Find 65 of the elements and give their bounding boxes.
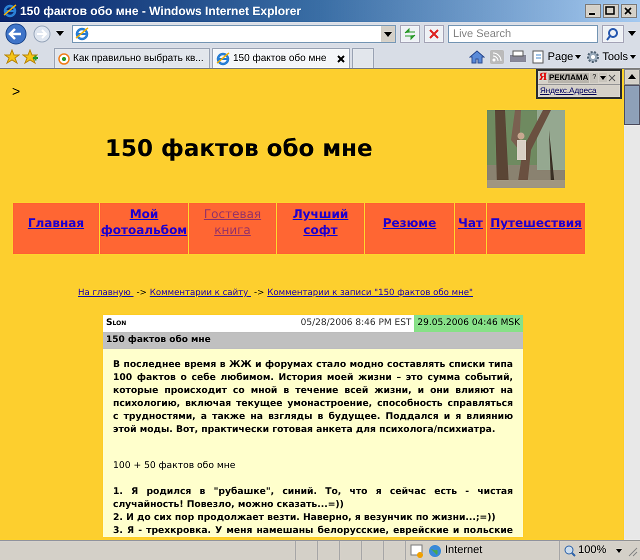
- zoom-icon: [564, 544, 576, 556]
- breadcrumb-separator: ->: [254, 287, 264, 300]
- add-favorite-icon[interactable]: [22, 49, 38, 65]
- caret-icon: [575, 54, 582, 59]
- breadcrumb-link[interactable]: Комментарии к сайту: [150, 287, 251, 300]
- resize-grip-icon: [626, 544, 638, 556]
- tools-menu[interactable]: Tools: [586, 48, 636, 65]
- close-button[interactable]: [621, 4, 637, 18]
- back-button[interactable]: [4, 23, 28, 45]
- nav-link[interactable]: Путешествия: [490, 215, 582, 231]
- nav-link[interactable]: Главная: [28, 215, 84, 231]
- window-title: 150 фактов обо мне - Windows Internet Explorer: [20, 3, 302, 20]
- dropdown-icon[interactable]: [56, 31, 64, 37]
- browser-tab[interactable]: Как правильно выбрать кв...: [54, 48, 210, 68]
- page-menu[interactable]: Page: [532, 48, 582, 65]
- stop-button[interactable]: [424, 25, 444, 43]
- address-field[interactable]: [72, 25, 396, 43]
- list-item: 1. Я родился в "рубашке", синий. То, что я сейчас есть - чистая случайность! Повезло, можно сказать...=)): [113, 484, 513, 511]
- search-button[interactable]: [602, 25, 624, 43]
- maximize-button[interactable]: [603, 4, 619, 18]
- nav-link[interactable]: Мой фотоальбом: [100, 206, 188, 238]
- dropdown-icon: [381, 26, 395, 42]
- nav-link[interactable]: Лучший софт: [277, 206, 364, 238]
- site-icon: [58, 52, 70, 64]
- ie-page-icon: [216, 52, 230, 66]
- favorites-star-icon[interactable]: [4, 49, 20, 65]
- gear-icon: [586, 50, 600, 64]
- nav-link[interactable]: Резюме: [382, 215, 436, 231]
- close-tab-icon[interactable]: [336, 54, 346, 64]
- post-author: Slon: [105, 316, 126, 330]
- list-heading: 100 + 50 фактов обо мне: [113, 458, 236, 472]
- ad-label: РЕКЛАМА: [548, 72, 590, 82]
- breadcrumb-link[interactable]: На главную: [78, 287, 134, 300]
- zoom-button[interactable]: 100%: [559, 541, 626, 560]
- globe-icon: [428, 544, 442, 558]
- caret-icon: [616, 548, 622, 552]
- close-icon[interactable]: [608, 73, 616, 82]
- scroll-up-button[interactable]: [624, 69, 640, 85]
- breadcrumb-link[interactable]: Комментарии к записи "150 фактов обо мне": [267, 287, 474, 300]
- caret-icon: [630, 54, 636, 59]
- page-heading: 150 фактов обо мне: [105, 134, 373, 164]
- browser-tab[interactable]: 150 фактов обо мне: [212, 48, 350, 68]
- page-marker: >: [12, 82, 20, 101]
- dropdown-icon[interactable]: [628, 31, 636, 37]
- breadcrumb-separator: ->: [136, 287, 147, 300]
- scrollbar[interactable]: [624, 69, 640, 540]
- post-date-msk: 29.05.2006 04:46 MSK: [414, 314, 523, 332]
- post-date: 05/28/2006 8:46 PM EST: [300, 316, 412, 330]
- ie-logo-icon: [3, 4, 17, 18]
- search-field[interactable]: Live Search: [448, 25, 598, 43]
- minimize-button[interactable]: [585, 4, 601, 18]
- popup-blocked-icon: [410, 544, 424, 558]
- yandex-logo: Я: [539, 72, 547, 83]
- security-zone: Internet: [445, 543, 484, 558]
- intro-paragraph: В последнее время в ЖЖ и форумах стало модно составлять списки типа 100 фактов о себе любимом. История моей жизни – это сумма событий, которые происходит со мной в течение всей жизни, и они влияют на психологию, включая текущее умонастроение, способность справляться с трудностями, а также на взгляды в будущее. Поддался и я влиянию этой моды. Вот, практически готовая анкета для психолога/психиатра.: [113, 358, 513, 436]
- ad-link[interactable]: Яндекс.Адреса: [538, 84, 620, 97]
- print-button[interactable]: [508, 50, 527, 64]
- scroll-thumb[interactable]: [624, 85, 640, 125]
- dropdown-icon[interactable]: [599, 73, 608, 82]
- home-button[interactable]: [468, 50, 485, 64]
- refresh-button[interactable]: [400, 25, 420, 43]
- nav-link[interactable]: Чат: [458, 215, 483, 231]
- list-item: 2. И до сих пор продолжает везти. Наверно, я везунчик по жизни...;=)): [113, 510, 497, 524]
- post-subject: 150 фактов обо мне: [103, 332, 523, 349]
- list-item: 3. Я - трехкровка. У меня намешаны белорусские, еврейские и польские: [113, 524, 513, 537]
